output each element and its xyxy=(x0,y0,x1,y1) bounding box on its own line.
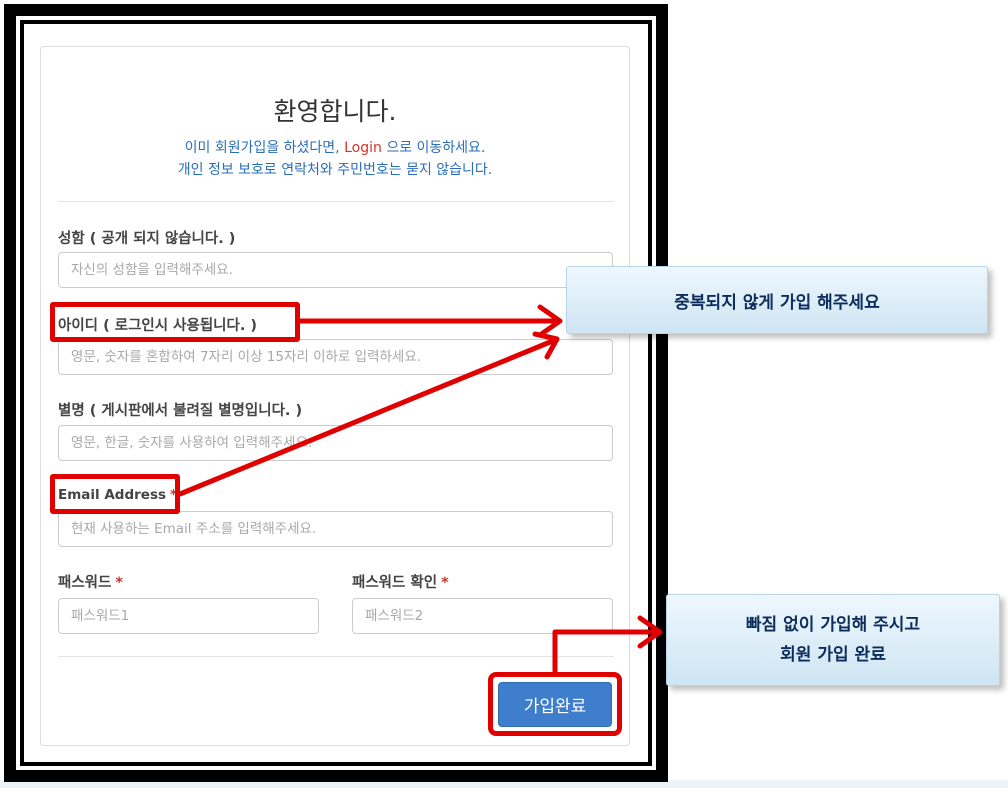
arrow-submit xyxy=(552,629,661,675)
callout-complete-line2: 회원 가입 완료 xyxy=(780,645,886,665)
callout-duplicate-text: 중복되지 않게 가입 해주세요 xyxy=(674,292,880,313)
callout-duplicate: 중복되지 않게 가입 해주세요 xyxy=(566,266,988,334)
callout-complete: 빠짐 없이 가입해 주시고 회원 가입 완료 xyxy=(666,594,1000,686)
arrow-email xyxy=(177,337,558,497)
callout-complete-line1: 빠짐 없이 가입해 주시고 xyxy=(745,615,921,635)
